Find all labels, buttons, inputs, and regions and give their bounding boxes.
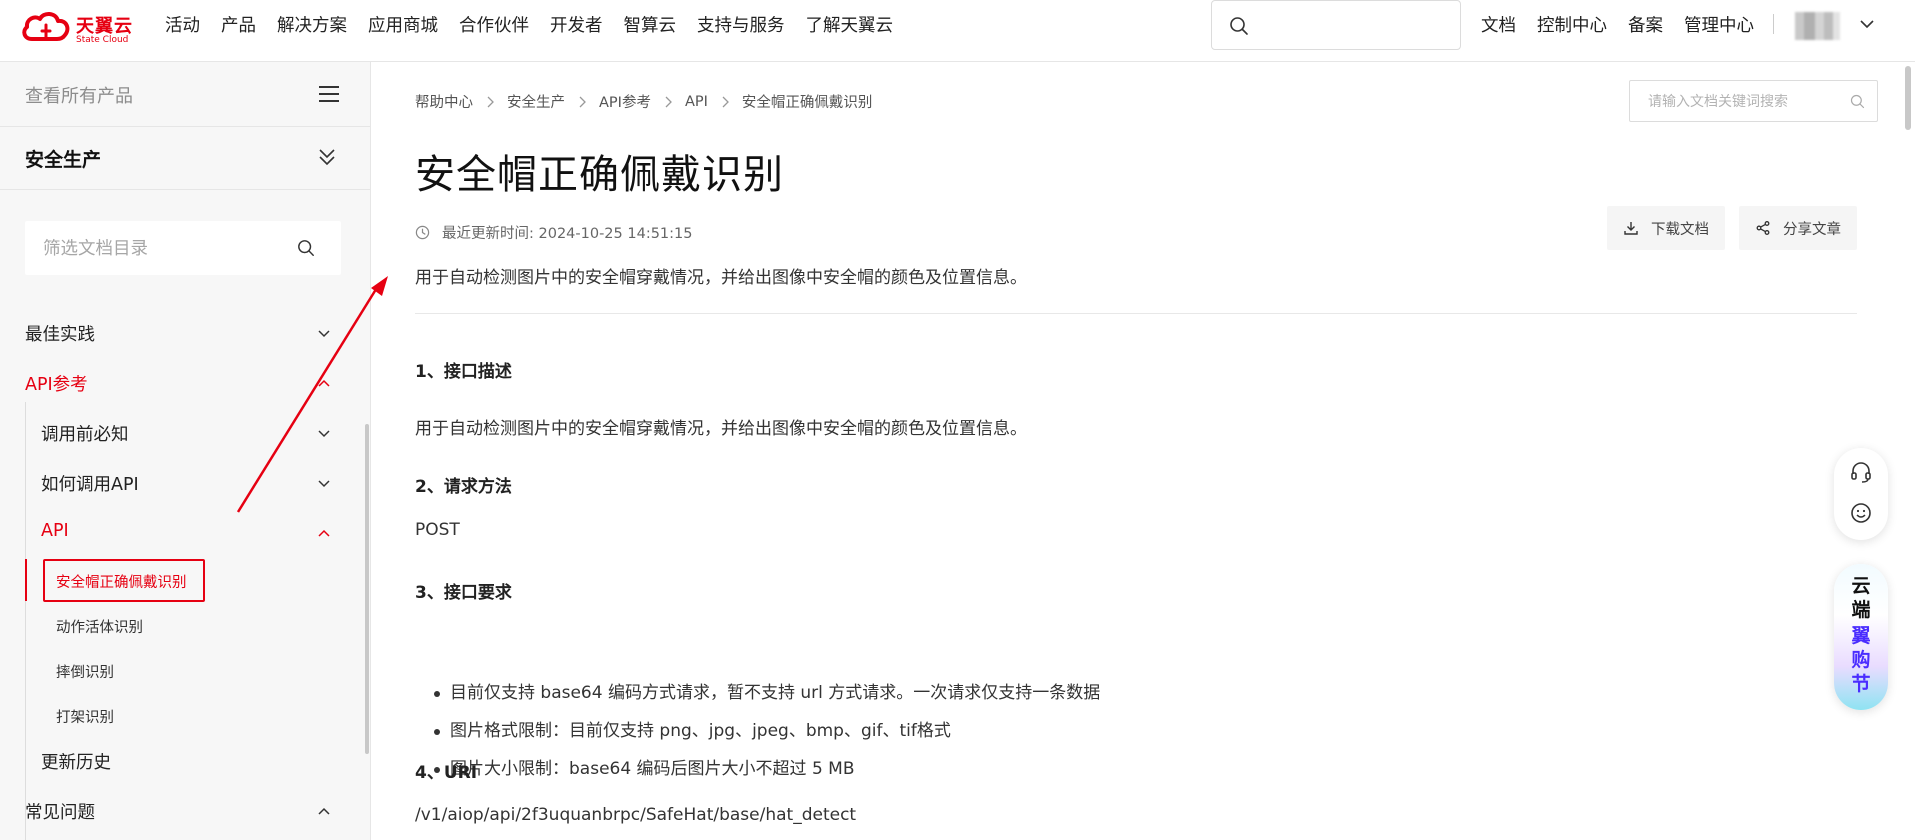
sidebar-divider [0,189,370,190]
doc-filter[interactable] [25,221,341,275]
nav-item-developers[interactable]: 开发者 [550,12,603,37]
sidebar-item-before-call[interactable]: 调用前必知 [41,421,129,446]
list-item: 图片大小限制：base64 编码后图片大小不超过 5 MB [415,750,1100,788]
sidebar-scrollbar[interactable] [365,424,369,754]
breadcrumb-api-reference[interactable]: API参考 [599,91,651,112]
link-management[interactable]: 管理中心 [1684,12,1754,37]
last-updated: 最近更新时间: 2024-10-25 14:51:15 [415,222,693,243]
share-icon [1756,221,1770,235]
chevron-up-icon[interactable] [316,526,332,542]
chevron-right-icon [663,96,673,108]
header-right-links: 文档 控制中心 备案 管理中心 [1481,0,1775,48]
sidebar-divider [0,126,370,127]
global-search[interactable] [1211,0,1461,50]
global-search-input[interactable] [1260,11,1450,39]
chevron-up-icon[interactable] [316,376,332,392]
headset-icon[interactable] [1850,461,1872,483]
nav-item-products[interactable]: 产品 [221,12,256,37]
nav-item-activities[interactable]: 活动 [165,12,200,37]
section-heading-request-method: 2、请求方法 [415,477,512,497]
breadcrumb: 帮助中心 安全生产 API参考 API 安全帽正确佩戴识别 [415,91,872,112]
nav-item-about[interactable]: 了解天翼云 [806,12,894,37]
search-icon[interactable] [297,239,315,257]
site-logo[interactable]: 天翼云 State Cloud [20,6,140,46]
section-heading-interface-requirements: 3、接口要求 [415,583,512,603]
sidebar-item-faq[interactable]: 常见问题 [25,799,95,824]
promo-text-top: 云端 [1851,575,1871,621]
link-docs[interactable]: 文档 [1481,12,1516,37]
chevron-down-icon[interactable] [1858,15,1876,33]
view-all-products[interactable]: 查看所有产品 [25,82,133,108]
promo-banner[interactable]: 云端 翼购节 [1834,564,1888,710]
smiley-icon[interactable] [1850,502,1872,524]
menu-icon[interactable] [318,85,340,103]
header-separator [1773,14,1774,34]
uri-text: /v1/aiop/api/2f3uquanbrpc/SafeHat/base/h… [415,805,857,825]
doc-content: 帮助中心 安全生产 API参考 API 安全帽正确佩戴识别 安全帽正确佩戴识别 … [372,62,1915,840]
sidebar-item-best-practice[interactable]: 最佳实践 [25,321,95,346]
requirements-list: 目前仅支持 base64 编码方式请求，暂不支持 url 方式请求。一次请求仅支… [415,674,1100,788]
promo-text-bottom: 翼购节 [1851,625,1871,695]
content-divider [415,313,1857,314]
link-console[interactable]: 控制中心 [1537,12,1607,37]
breadcrumb-current: 安全帽正确佩戴识别 [741,95,873,111]
cloud-logo-icon [22,12,70,41]
user-avatar-blurred[interactable] [1795,12,1840,40]
breadcrumb-safety-production[interactable]: 安全生产 [507,91,565,112]
nav-item-app-store[interactable]: 应用商城 [368,12,438,37]
nav-item-ai-cloud[interactable]: 智算云 [624,12,677,37]
breadcrumb-api[interactable]: API [685,94,708,110]
share-article-button[interactable]: 分享文章 [1739,206,1857,250]
section-heading-uri: 4、URI [415,763,478,783]
tree-guide-line [25,402,26,840]
doc-filter-input[interactable] [43,234,283,262]
sidebar-item-fall-detect[interactable]: 摔倒识别 [56,661,114,682]
doc-summary: 用于自动检测图片中的安全帽穿戴情况，并给出图像中安全帽的颜色及位置信息。 [415,268,1027,288]
active-item-marker [25,559,27,601]
sidebar-item-api-reference[interactable]: API参考 [25,371,88,396]
product-section-title: 安全生产 [25,149,102,171]
chevron-down-icon[interactable] [316,476,332,492]
download-doc-label: 下载文档 [1651,221,1709,238]
sidebar-item-fight-detect[interactable]: 打架识别 [56,706,114,727]
main-nav: 活动 产品 解决方案 应用商城 合作伙伴 开发者 智算云 支持与服务 了解天翼云 [165,0,914,48]
top-navigation-bar: 天翼云 State Cloud 活动 产品 解决方案 应用商城 合作伙伴 开发者… [0,0,1915,62]
last-updated-text: 最近更新时间: 2024-10-25 14:51:15 [442,226,693,242]
chevron-down-icon[interactable] [316,426,332,442]
chevron-right-icon [577,96,587,108]
nav-item-solutions[interactable]: 解决方案 [277,12,347,37]
list-item: 图片格式限制：目前仅支持 png、jpg、jpeg、bmp、gif、tif格式 [415,712,1100,750]
list-item: 目前仅支持 base64 编码方式请求，暂不支持 url 方式请求。一次请求仅支… [415,674,1100,712]
request-method-text: POST [415,520,460,540]
chevron-up-icon[interactable] [316,804,332,820]
nav-item-support[interactable]: 支持与服务 [697,12,785,37]
share-article-label: 分享文章 [1783,221,1841,238]
logo-text-en: State Cloud [76,35,129,45]
link-filing[interactable]: 备案 [1628,12,1663,37]
sidebar-item-hat-detect[interactable]: 安全帽正确佩戴识别 [56,571,187,592]
floating-tools [1834,448,1888,540]
doc-keyword-search[interactable] [1629,80,1878,122]
search-icon[interactable] [1850,94,1865,109]
search-icon [1230,17,1248,35]
page-scrollbar[interactable] [1905,66,1911,130]
chevron-right-icon [720,96,730,108]
chevron-right-icon [485,96,495,108]
breadcrumb-help-center[interactable]: 帮助中心 [415,91,473,112]
sidebar-item-motion-detect[interactable]: 动作活体识别 [56,616,143,637]
interface-desc-text: 用于自动检测图片中的安全帽穿戴情况，并给出图像中安全帽的颜色及位置信息。 [415,419,1027,439]
clock-icon [415,225,430,240]
sidebar-item-update-history[interactable]: 更新历史 [41,749,111,774]
sidebar-item-how-to-call[interactable]: 如何调用API [41,471,139,496]
chevron-down-icon[interactable] [316,326,332,342]
download-icon [1624,222,1638,235]
double-chevron-down-icon[interactable] [317,147,337,167]
doc-sidebar: 查看所有产品 安全生产 最佳实践 API参考 调用前必知 如何调用API API… [0,62,371,840]
nav-item-partners[interactable]: 合作伙伴 [459,12,529,37]
doc-keyword-input[interactable] [1648,89,1838,113]
sidebar-item-api[interactable]: API [41,521,69,541]
page-title: 安全帽正确佩戴识别 [415,152,784,198]
section-heading-interface-desc: 1、接口描述 [415,362,512,382]
download-doc-button[interactable]: 下载文档 [1607,206,1725,250]
